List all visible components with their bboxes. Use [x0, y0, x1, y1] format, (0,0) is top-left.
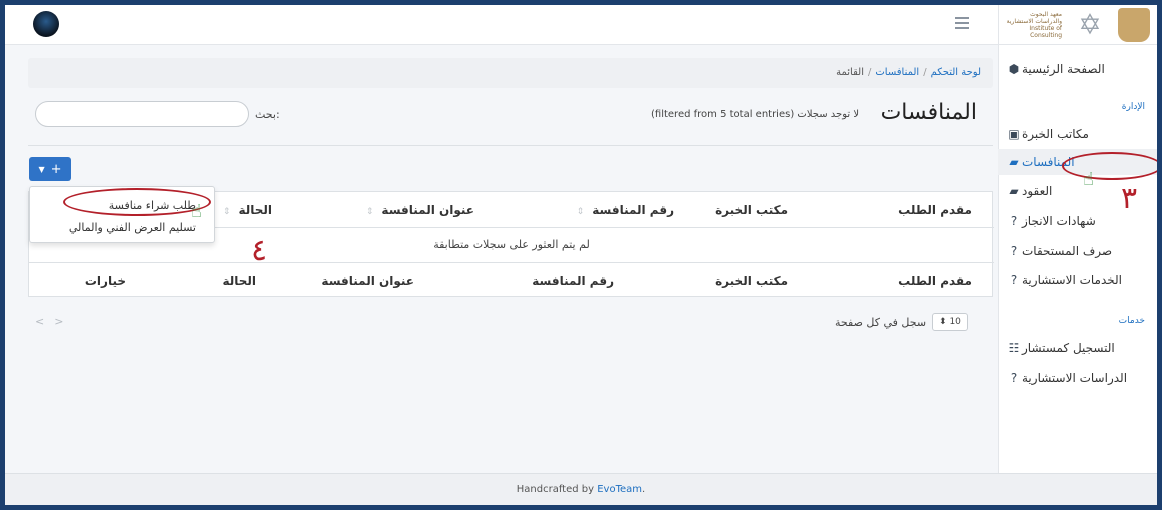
prev-page-button[interactable]: < — [35, 315, 54, 328]
top-navbar — [5, 5, 998, 45]
column-header-expert-office[interactable]: مكتب الخبرة — [715, 192, 788, 228]
footer-header-applicant: مقدم الطلب — [898, 274, 972, 288]
sidebar-item-register-consultant[interactable]: ☷ التسجيل كمستشار — [998, 335, 1157, 361]
sidebar-item-label: شهادات الانجاز — [1022, 214, 1096, 228]
sidebar-section-admin: الإدارة — [1121, 102, 1145, 112]
app-frame: معهد البحوث والدراسات الاستشارية Institu… — [5, 5, 1157, 505]
annotation-oval — [1062, 152, 1157, 180]
footer: Handcrafted by EvoTeam. — [5, 473, 1157, 505]
sidebar: معهد البحوث والدراسات الاستشارية Institu… — [998, 5, 1157, 505]
question-icon: ? — [1010, 273, 1018, 287]
annotation-oval — [63, 188, 211, 216]
list-icon: ☷ — [1008, 341, 1020, 355]
sidebar-item-label: العقود — [1022, 184, 1053, 198]
next-page-button[interactable]: > — [54, 315, 73, 328]
brand-text: معهد البحوث والدراسات الاستشارية Institu… — [1006, 11, 1062, 39]
footer-header-status: الحالة — [222, 274, 256, 288]
sidebar-item-label: الخدمات الاستشارية — [1022, 273, 1123, 287]
page-length-label: سجل في كل صفحة — [835, 315, 927, 329]
sidebar-item-home[interactable]: ⬢ الصفحة الرئيسية — [998, 56, 1157, 82]
breadcrumb-home[interactable]: لوحة التحكم — [931, 67, 981, 78]
briefcase-icon: ▣ — [1008, 127, 1020, 141]
footer-header-competition-title: عنوان المنافسة — [321, 274, 414, 288]
footer-suffix: . — [642, 484, 646, 495]
footer-header-expert-office: مكتب الخبرة — [715, 274, 788, 288]
avatar-icon[interactable] — [33, 11, 59, 37]
add-button[interactable]: ▼ + — [29, 157, 71, 181]
sidebar-item-label: الصفحة الرئيسية — [1022, 62, 1105, 76]
folder-open-icon: ▰ — [1009, 155, 1019, 169]
sidebar-item-label: الدراسات الاستشارية — [1022, 371, 1128, 385]
divider — [28, 145, 993, 146]
sort-icon: ⇕ — [365, 207, 374, 217]
star-emblem-icon: ✡ — [1078, 8, 1102, 41]
page-length-control: ⬍ 10 سجل في كل صفحة — [835, 313, 968, 331]
breadcrumb-current: القائمة — [836, 67, 864, 78]
footer-brand-link[interactable]: EvoTeam — [597, 484, 642, 495]
sidebar-item-label: صرف المستحقات — [1022, 244, 1113, 258]
annotation-step-3: ٣ — [1121, 181, 1138, 216]
search-input[interactable] — [35, 101, 249, 127]
page-length-select[interactable]: ⬍ 10 — [932, 313, 968, 331]
pointer-hand-icon: ☝ — [1083, 169, 1094, 190]
university-emblem-icon — [1118, 8, 1150, 42]
sidebar-section-services: خدمات — [1118, 316, 1145, 326]
sidebar-item-consulting-services[interactable]: ? الخدمات الاستشارية — [998, 267, 1157, 293]
page-title: المنافسات — [880, 100, 977, 125]
footer-header-competition-number: رقم المنافسة — [532, 274, 614, 288]
menu-item-submit-offer[interactable]: تسليم العرض الفني والمالي — [69, 221, 196, 234]
column-header-status[interactable]: الحالة⇕ — [223, 192, 272, 228]
footer-header-options: خيارات — [84, 274, 126, 288]
brand-logo[interactable]: معهد البحوث والدراسات الاستشارية Institu… — [999, 5, 1157, 45]
sidebar-item-label: التسجيل كمستشار — [1022, 341, 1115, 355]
question-icon: ? — [1010, 371, 1018, 385]
chevron-down-icon: ▼ — [38, 164, 45, 174]
footer-prefix: Handcrafted by — [516, 484, 598, 495]
breadcrumb-separator: / — [867, 67, 872, 78]
sort-icon: ⇕ — [576, 207, 585, 217]
plus-icon: + — [50, 161, 62, 177]
table-footer-row: مقدم الطلب مكتب الخبرة رقم المنافسة عنوا… — [29, 262, 994, 298]
hamburger-icon[interactable] — [955, 17, 969, 29]
column-header-competition-number[interactable]: رقم المنافسة⇕ — [577, 192, 674, 228]
sidebar-item-expert-offices[interactable]: ▣ مكاتب الخبرة — [998, 121, 1157, 147]
question-icon: ? — [1010, 244, 1018, 258]
sidebar-item-payments[interactable]: ? صرف المستحقات — [998, 238, 1157, 264]
pointer-hand-icon: ☝ — [191, 201, 202, 222]
folder-icon: ▰ — [1009, 184, 1019, 198]
column-header-applicant[interactable]: مقدم الطلب — [898, 192, 972, 228]
breadcrumb: لوحة التحكم/المنافسات/القائمة — [28, 58, 993, 88]
breadcrumb-separator: / — [923, 67, 927, 78]
annotation-step-4: ٤ — [251, 233, 268, 268]
cube-icon: ⬢ — [1008, 62, 1020, 76]
search-label: بحث: — [255, 108, 280, 121]
column-header-competition-title[interactable]: عنوان المنافسة⇕ — [366, 192, 474, 228]
sidebar-item-label: مكاتب الخبرة — [1022, 127, 1089, 141]
sort-icon: ⇕ — [222, 207, 231, 217]
pagination: <> — [35, 315, 73, 328]
breadcrumb-section[interactable]: المنافسات — [875, 67, 919, 78]
question-icon: ? — [1010, 214, 1018, 228]
filter-info: لا توجد سجلات (filtered from 5 total ent… — [651, 109, 860, 120]
sidebar-item-consulting-studies[interactable]: ? الدراسات الاستشارية — [998, 365, 1157, 391]
